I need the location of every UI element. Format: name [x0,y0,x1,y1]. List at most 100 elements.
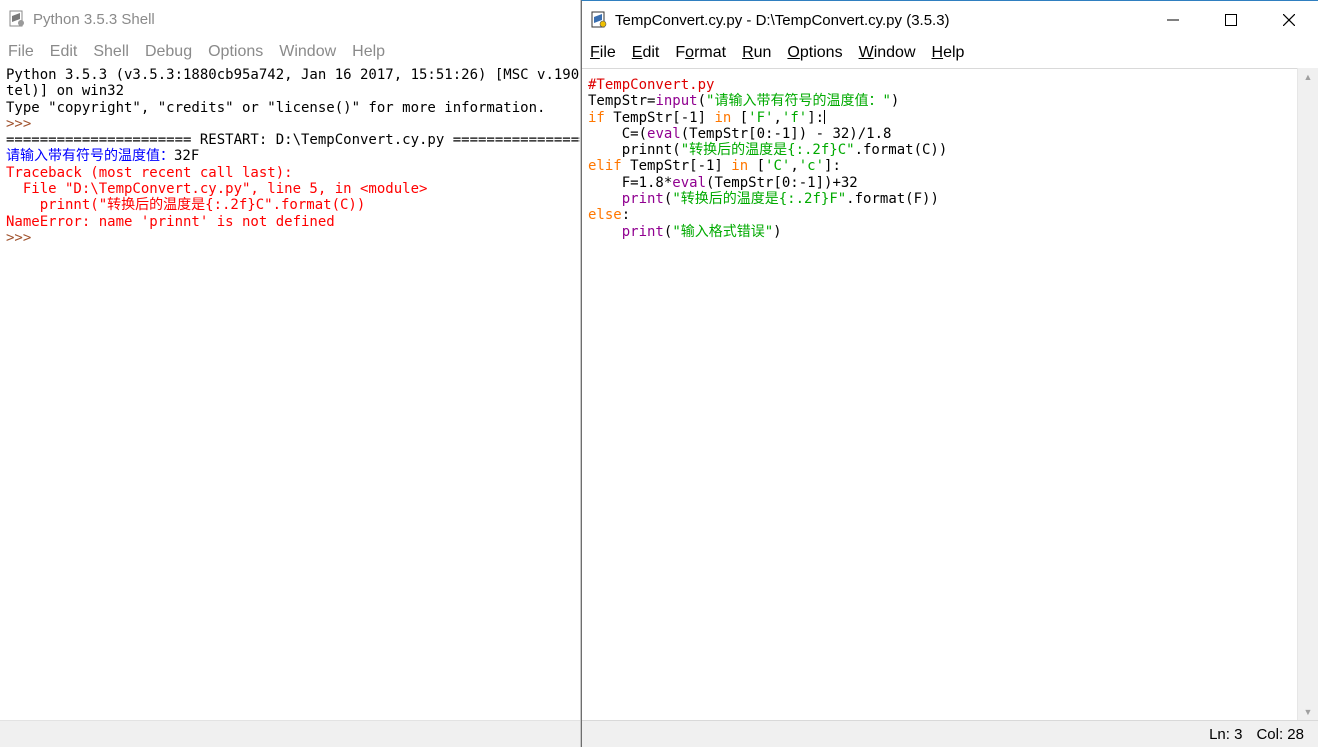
code-token: 'f' [781,109,808,126]
shell-menu-file[interactable]: File [0,43,42,61]
line-indicator: Ln: 3 [1209,725,1243,743]
editor-menu-run[interactable]: Run [734,44,779,62]
idle-file-icon [591,11,607,28]
editor-menu-format[interactable]: Format [667,44,734,62]
code-token: ) [773,223,782,240]
code-token: TempStr[-1] [604,109,715,126]
shell-line-text: prinnt("转换后的温度是{:.2f}C".format(C)) [6,197,366,214]
shell-line-text: Type "copyright", "credits" or "license(… [6,99,546,116]
code-token: prinnt( [588,142,681,159]
shell-menu-help[interactable]: Help [344,43,393,61]
shell-line: prinnt("转换后的温度是{:.2f}C".format(C)) [6,197,580,213]
code-token: ]: [824,158,841,175]
code-line: else: [588,207,1298,223]
scroll-down-icon[interactable]: ▼ [1298,703,1318,721]
shell-menu-edit[interactable]: Edit [42,43,86,61]
shell-line: File "D:\TempConvert.cy.py", line 5, in … [6,181,580,197]
shell-output[interactable]: Python 3.5.3 (v3.5.3:1880cb95a742, Jan 1… [6,67,580,717]
shell-line: Python 3.5.3 (v3.5.3:1880cb95a742, Jan 1… [6,67,580,83]
code-token: eval [647,125,681,142]
editor-statusbar: Ln: 3 Col: 28 [582,720,1318,747]
code-line: elif TempStr[-1] in ['C','c']: [588,158,1298,174]
shell-menu-options[interactable]: Options [200,43,271,61]
shell-line-text: Traceback (most recent call last): [6,164,293,181]
code-token: : [621,207,631,224]
editor-window: TempConvert.cy.py - D:\TempConvert.cy.py… [581,0,1318,747]
code-token: , [773,109,782,126]
code-token: eval [672,174,707,191]
editor-menu-file[interactable]: File [582,44,624,62]
minimize-button[interactable] [1144,1,1202,39]
shell-line: ====================== RESTART: D:\TempC… [6,132,580,148]
minimize-icon [1167,19,1179,21]
code-token: ]: [807,109,825,126]
shell-menu-window[interactable]: Window [271,43,344,61]
shell-line: Type "copyright", "credits" or "license(… [6,100,580,116]
editor-menu-help[interactable]: Help [924,44,973,62]
editor-menu-window[interactable]: Window [851,44,924,62]
code-token: .format(C)) [854,142,948,159]
code-line: TempStr=input("请输入带有符号的温度值：") [588,93,1298,109]
editor-menu-edit[interactable]: Edit [624,44,668,62]
editor-menu-options[interactable]: Options [779,44,850,62]
scroll-up-icon[interactable]: ▲ [1298,68,1318,86]
code-token: 'c' [798,158,825,175]
code-token: TempStr= [588,93,656,110]
code-token: "请输入带有符号的温度值：" [706,93,891,110]
code-token: print [621,223,664,240]
code-token: else [588,207,622,224]
code-line: print("转换后的温度是{:.2f}F".format(F)) [588,191,1298,207]
code-token: print [621,191,664,208]
close-icon [1283,14,1295,26]
window-controls [1144,1,1318,39]
maximize-icon [1225,14,1237,26]
code-line: #TempConvert.py [588,77,1298,93]
column-indicator: Col: 28 [1256,725,1304,743]
editor-text-area[interactable]: #TempConvert.py TempStr=input("请输入带有符号的温度… [582,68,1298,721]
code-token: F=1.8* [588,174,673,191]
code-token: "转换后的温度是{:.2f}F" [672,191,847,208]
shell-menu-debug[interactable]: Debug [137,43,200,61]
code-token: 'C' [765,158,791,175]
code-token: 'F' [748,109,774,126]
shell-line: tel)] on win32 [6,83,580,99]
code-token: in [731,158,749,175]
shell-line: >>> [6,116,580,132]
shell-line-text: >>> [6,115,40,132]
editor-vertical-scrollbar[interactable]: ▲ ▼ [1297,68,1318,721]
code-line: C=(eval(TempStr[0:-1]) - 32)/1.8 [588,126,1298,142]
code-token: input [655,93,698,110]
code-token: [ [731,109,749,126]
shell-line: NameError: name 'prinnt' is not defined [6,214,580,230]
code-token: .format(F)) [846,191,939,208]
maximize-button[interactable] [1202,1,1260,39]
text-cursor [824,109,826,124]
close-button[interactable] [1260,1,1318,39]
code-line: prinnt("转换后的温度是{:.2f}C".format(C)) [588,142,1298,158]
shell-line: >>> [6,230,580,246]
shell-line: 请输入带有符号的温度值：32F [6,148,580,164]
shell-line-text: NameError: name 'prinnt' is not defined [6,213,335,230]
code-token: [ [748,158,766,175]
code-line: print("输入格式错误") [588,224,1298,240]
code-line: F=1.8*eval(TempStr[0:-1])+32 [588,175,1298,191]
editor-menubar: File Edit Format Run Options Window Help [582,39,1318,67]
editor-code[interactable]: #TempConvert.py TempStr=input("请输入带有符号的温度… [588,77,1298,721]
shell-statusbar [0,721,580,747]
code-token: ) [890,93,900,110]
shell-window: Python 3.5.3 Shell File Edit Shell Debug… [0,0,581,747]
code-token: if [588,109,605,126]
shell-titlebar[interactable]: Python 3.5.3 Shell [0,0,580,38]
editor-title: TempConvert.cy.py - D:\TempConvert.cy.py… [615,11,950,29]
code-token: (TempStr[0:-1])+32 [706,174,858,191]
shell-line-text: tel)] on win32 [6,83,125,100]
code-token: ( [697,93,707,110]
shell-menubar: File Edit Shell Debug Options Window Hel… [0,38,580,66]
code-token: "转换后的温度是{:.2f}C" [680,142,855,159]
code-token: elif [588,158,622,175]
code-token: #TempConvert.py [588,77,715,93]
shell-menu-shell[interactable]: Shell [85,43,137,61]
code-token: TempStr[-1] [621,158,732,175]
code-token: , [790,158,799,175]
shell-title: Python 3.5.3 Shell [33,10,155,28]
